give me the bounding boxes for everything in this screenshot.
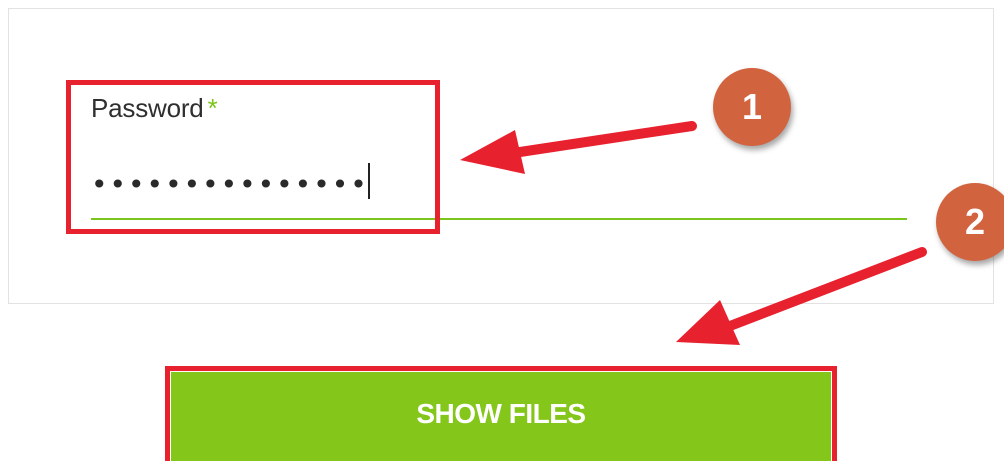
annotation-box-button — [165, 366, 837, 461]
stage: Password* SHOW FILES 1 2 — [0, 0, 1004, 461]
step-badge-2-number: 2 — [964, 201, 986, 242]
step-badge-1-number: 1 — [741, 86, 763, 127]
step-badge-1: 1 — [713, 68, 791, 146]
annotation-box-password — [66, 80, 440, 234]
step-badge-2: 2 — [936, 183, 1004, 261]
